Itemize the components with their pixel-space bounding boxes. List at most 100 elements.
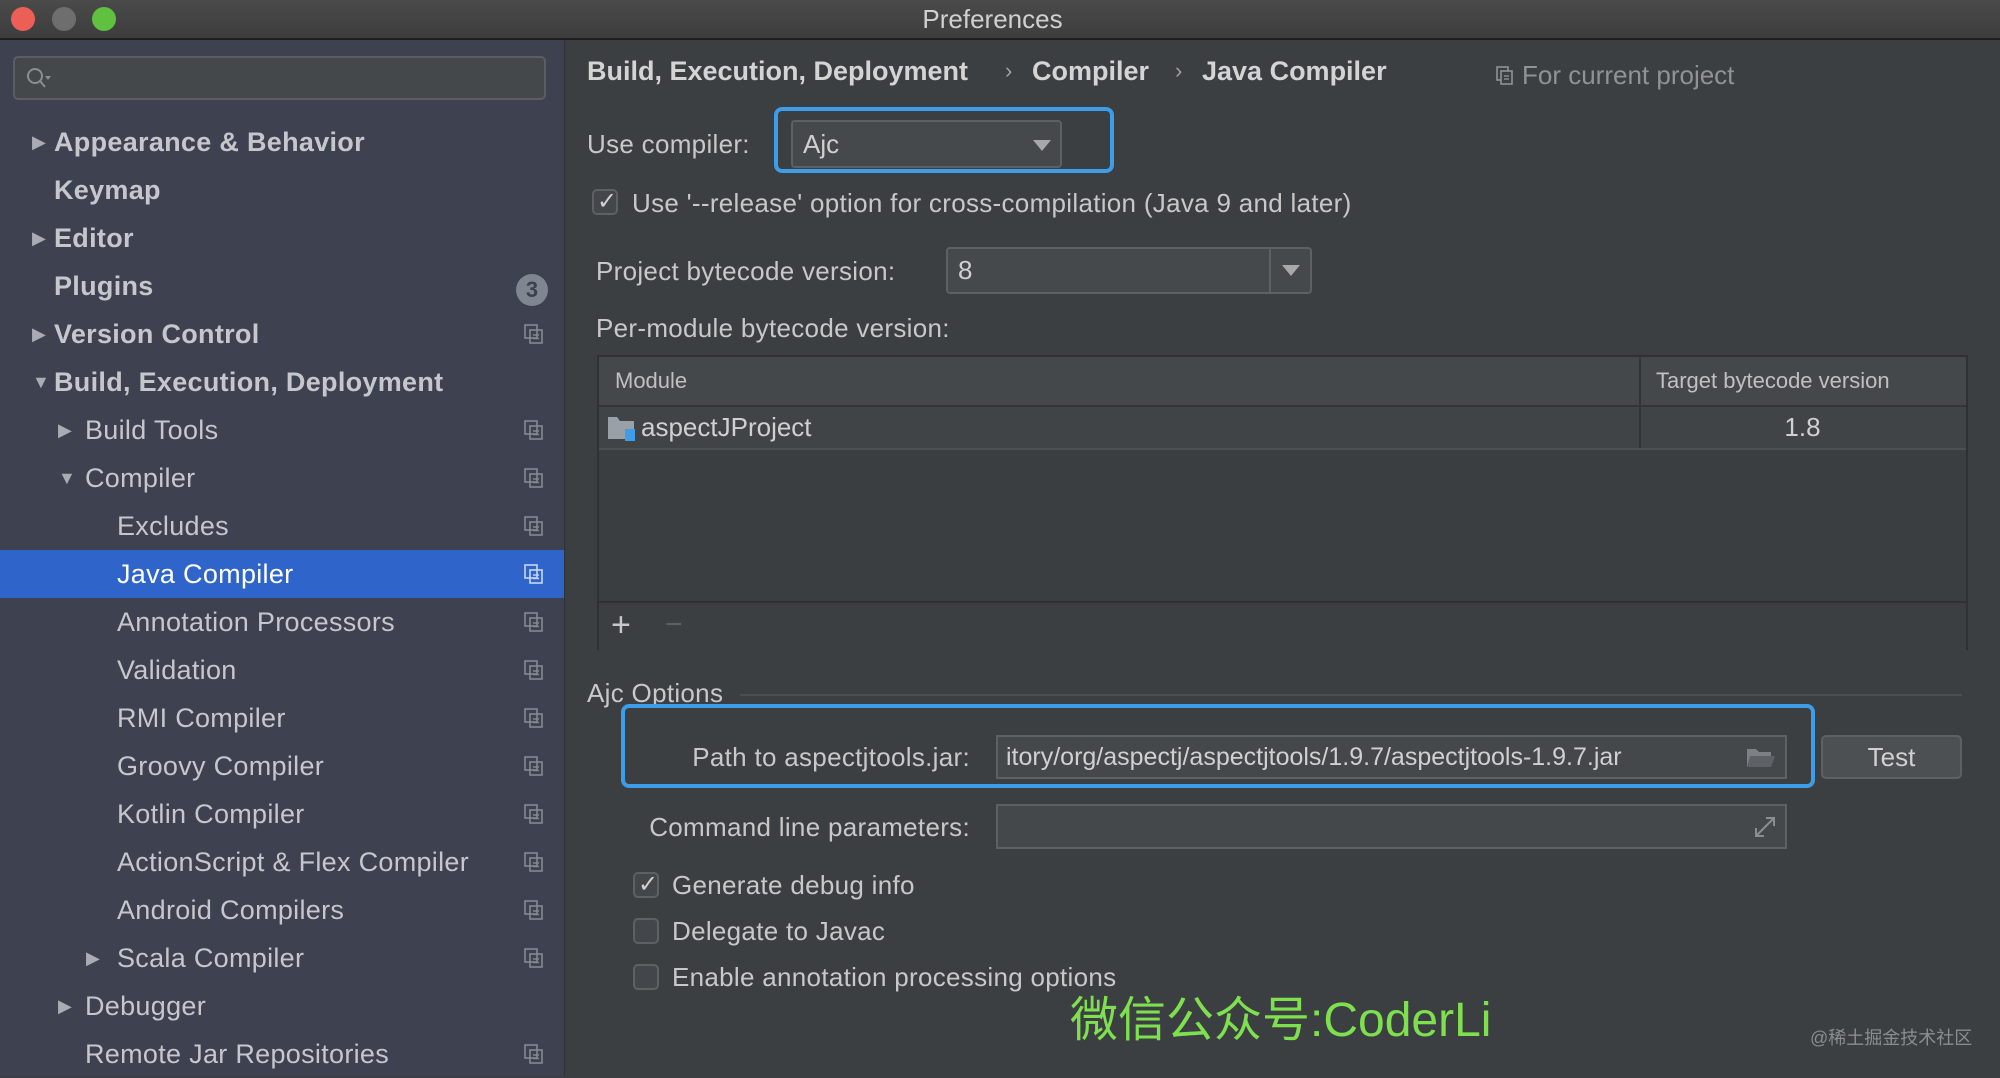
expanded-arrow-icon[interactable]: ▼ [58, 454, 76, 502]
sidebar-item-label: Groovy Compiler [117, 751, 325, 781]
aspectjtools-path-label: Path to aspectjtools.jar: [692, 742, 970, 772]
collapsed-arrow-icon[interactable]: ▶ [58, 406, 72, 454]
sidebar-item-groovy-compiler[interactable]: Groovy Compiler [0, 742, 564, 790]
sidebar-item-build-tools[interactable]: ▶ Build Tools [0, 406, 564, 454]
column-header-module[interactable]: Module [615, 357, 687, 405]
command-line-label: Command line parameters: [649, 812, 970, 842]
sidebar-item-build-execution-deployment[interactable]: ▼ Build, Execution, Deployment [0, 358, 564, 406]
sidebar-item-kotlin-compiler[interactable]: Kotlin Compiler [0, 790, 564, 838]
search-icon [27, 68, 51, 88]
enable-annotation-processing-checkbox[interactable] [633, 964, 659, 990]
sidebar-item-label: Plugins [54, 271, 154, 301]
collapsed-arrow-icon[interactable]: ▶ [32, 118, 46, 166]
test-button[interactable]: Test [1821, 735, 1962, 779]
table-row[interactable]: aspectJProject 1.8 [599, 407, 1966, 450]
sidebar-item-label: ActionScript & Flex Compiler [117, 847, 470, 877]
scope-label: For current project [1522, 60, 1735, 90]
chevron-down-icon [1033, 140, 1051, 151]
breadcrumb-build-execution-deployment[interactable]: Build, Execution, Deployment [587, 56, 968, 87]
breadcrumb-java-compiler: Java Compiler [1202, 56, 1387, 86]
module-bytecode-table: Module Target bytecode version aspectJPr… [597, 355, 1968, 650]
aspectjtools-path-value: itory/org/aspectj/aspectjtools/1.9.7/asp… [1006, 743, 1622, 771]
sidebar-item-label: Kotlin Compiler [117, 799, 305, 829]
delegate-to-javac-checkbox[interactable] [633, 918, 659, 944]
sidebar-item-editor[interactable]: ▶ Editor [0, 214, 564, 262]
release-option-checkbox[interactable]: ✓ [592, 188, 618, 215]
collapsed-arrow-icon[interactable]: ▶ [32, 214, 46, 262]
breadcrumb-compiler[interactable]: Compiler [1032, 56, 1149, 87]
sidebar-item-java-compiler[interactable]: Java Compiler [0, 550, 564, 598]
collapsed-arrow-icon[interactable]: ▶ [32, 310, 46, 358]
use-compiler-label: Use compiler: [587, 129, 750, 159]
sidebar-item-android-compilers[interactable]: Android Compilers [0, 886, 564, 934]
sidebar-item-label: Editor [54, 223, 134, 253]
collapsed-arrow-icon[interactable]: ▶ [58, 982, 72, 1030]
enable-annotation-processing-label: Enable annotation processing options [672, 962, 1117, 992]
sidebar-item-compiler[interactable]: ▼ Compiler [0, 454, 564, 502]
target-bytecode-value[interactable]: 1.8 [1639, 407, 1966, 448]
per-module-label: Per-module bytecode version: [596, 313, 950, 343]
sidebar-item-label: Remote Jar Repositories [85, 1039, 390, 1069]
window-title: Preferences [922, 4, 1063, 34]
table-toolbar: + − [599, 601, 1966, 650]
project-level-icon [524, 612, 543, 632]
delegate-to-javac-label: Delegate to Javac [672, 916, 886, 946]
project-level-icon [524, 324, 543, 344]
checkmark-icon: ✓ [597, 188, 618, 215]
settings-search-input[interactable] [13, 56, 546, 100]
project-level-icon [524, 756, 543, 776]
sidebar-item-label: Appearance & Behavior [54, 127, 365, 157]
combo-divider [1269, 249, 1271, 292]
watermark-text: 微信公众号:CoderLi [1070, 994, 1492, 1047]
project-level-icon [524, 852, 543, 872]
sidebar-item-actionscript-flex-compiler[interactable]: ActionScript & Flex Compiler [0, 838, 564, 886]
project-bytecode-combo[interactable]: 8 [946, 247, 1312, 294]
project-level-icon [524, 948, 543, 968]
sidebar-item-annotation-processors[interactable]: Annotation Processors [0, 598, 564, 646]
sidebar-divider[interactable] [564, 40, 565, 1076]
sidebar-item-version-control[interactable]: ▶ Version Control [0, 310, 564, 358]
project-level-icon [524, 804, 543, 824]
sidebar-item-label: Build Tools [85, 415, 219, 445]
sidebar-item-validation[interactable]: Validation [0, 646, 564, 694]
command-line-input[interactable] [996, 804, 1787, 849]
sidebar-item-label: RMI Compiler [117, 703, 286, 733]
column-divider[interactable] [1639, 357, 1641, 448]
chevron-down-icon[interactable] [1282, 265, 1300, 276]
sidebar-item-excludes[interactable]: Excludes [0, 502, 564, 550]
section-separator [740, 694, 1962, 696]
remove-module-button[interactable]: − [665, 605, 683, 645]
sidebar-item-debugger[interactable]: ▶ Debugger [0, 982, 564, 1030]
sidebar-item-plugins[interactable]: Plugins 3 [0, 262, 564, 310]
sidebar-item-rmi-compiler[interactable]: RMI Compiler [0, 694, 564, 742]
use-compiler-dropdown[interactable]: Ajc [791, 120, 1062, 168]
project-level-icon [524, 468, 543, 488]
breadcrumb-separator: › [1175, 58, 1183, 83]
expand-icon[interactable] [1752, 814, 1778, 840]
generate-debug-info-checkbox[interactable]: ✓ [633, 871, 659, 898]
project-level-icon [524, 1044, 543, 1064]
collapsed-arrow-icon[interactable]: ▶ [86, 934, 100, 982]
sidebar-item-label: Excludes [117, 511, 229, 541]
sidebar-item-remote-jar-repositories[interactable]: Remote Jar Repositories [0, 1030, 564, 1078]
browse-folder-icon[interactable] [1746, 747, 1776, 769]
project-bytecode-label: Project bytecode version: [596, 256, 896, 286]
sidebar-item-label: Android Compilers [117, 895, 345, 925]
project-level-icon [524, 516, 543, 536]
sidebar-item-keymap[interactable]: Keymap [0, 166, 564, 214]
plugins-update-badge: 3 [516, 274, 548, 306]
aspectjtools-path-input[interactable]: itory/org/aspectj/aspectjtools/1.9.7/asp… [996, 735, 1787, 779]
column-header-target[interactable]: Target bytecode version [1656, 357, 1890, 405]
sidebar-item-scala-compiler[interactable]: ▶ Scala Compiler [0, 934, 564, 982]
project-bytecode-value: 8 [958, 255, 973, 285]
project-level-icon [524, 660, 543, 680]
sidebar-item-label: Debugger [85, 991, 206, 1021]
module-name: aspectJProject [641, 412, 812, 442]
corner-watermark: @稀土掘金技术社区 [1810, 1028, 1973, 1048]
sidebar-item-label: Compiler [85, 463, 196, 493]
expanded-arrow-icon[interactable]: ▼ [32, 358, 50, 406]
project-level-icon [524, 708, 543, 728]
add-module-button[interactable]: + [611, 605, 631, 645]
generate-debug-info-label: Generate debug info [672, 870, 915, 900]
sidebar-item-appearance-behavior[interactable]: ▶ Appearance & Behavior [0, 118, 564, 166]
